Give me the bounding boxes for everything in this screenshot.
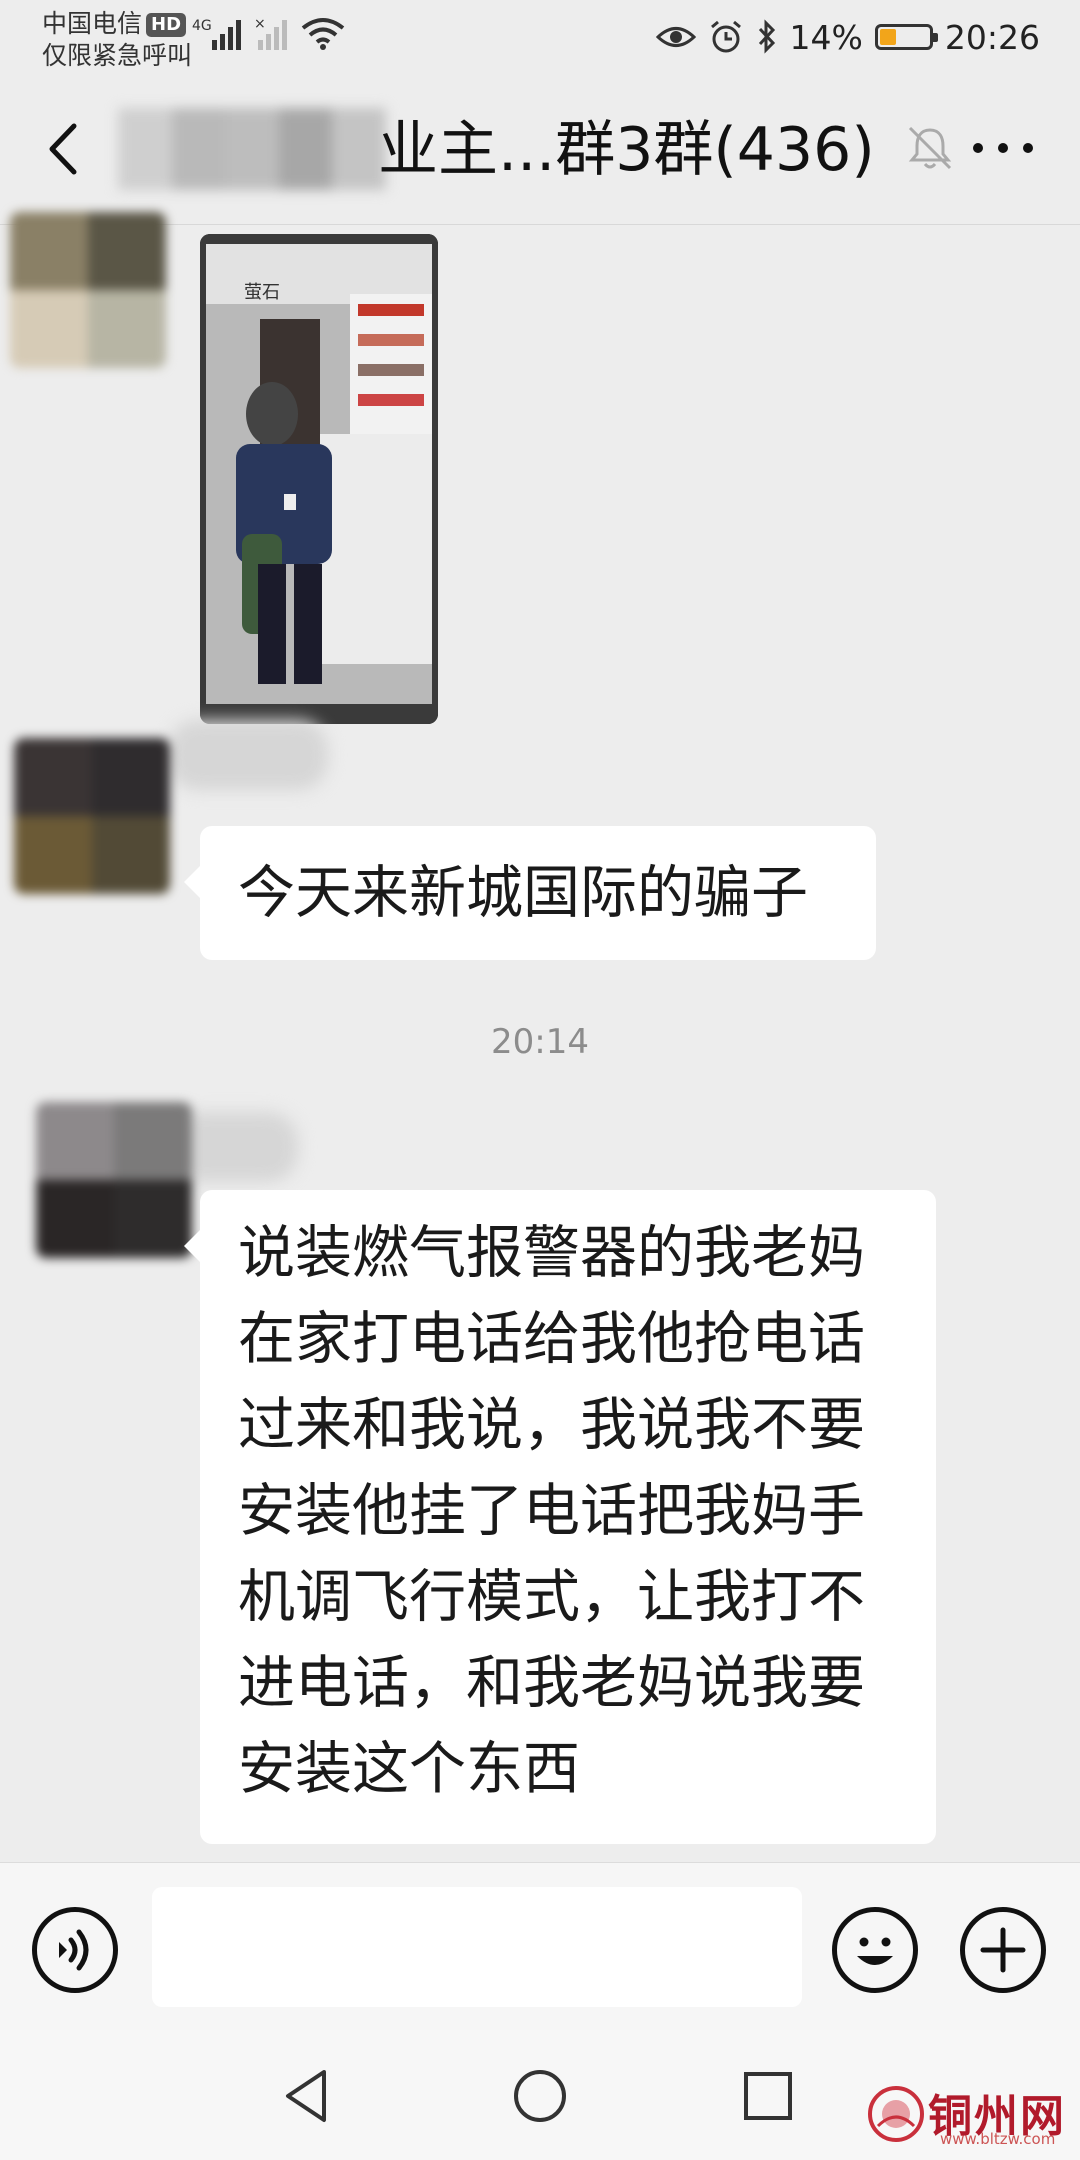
cellular-signal-icon: 4G <box>192 18 241 50</box>
mute-icon[interactable] <box>904 122 956 174</box>
message-timestamp: 20:14 <box>491 1022 589 1062</box>
avatar[interactable] <box>36 1102 192 1258</box>
clock: 20:26 <box>944 17 1040 57</box>
cellular-signal-2-icon: × <box>254 16 287 50</box>
watermark-logo: 铜州网 www.bltzw.com <box>864 2076 1074 2154</box>
watermark-emblem-icon <box>868 2086 924 2142</box>
status-icons: 14% 20:26 <box>655 12 1040 62</box>
network-type-label: 4G <box>192 18 212 34</box>
plus-button[interactable] <box>960 1907 1046 1993</box>
back-icon[interactable] <box>30 114 100 184</box>
carrier-name: 中国电信 <box>42 9 143 38</box>
bluetooth-icon <box>758 19 775 54</box>
chat-title: 业主...群3群(436) <box>378 115 875 185</box>
hd-badge: HD <box>146 13 187 37</box>
input-bar <box>0 1862 1080 2031</box>
alarm-icon <box>710 20 741 53</box>
battery-level-fill <box>879 29 896 45</box>
redacted-title-part <box>118 108 386 190</box>
carrier-info: 中国电信 HD 仅限紧急呼叫 <box>42 8 192 72</box>
emoji-button[interactable] <box>832 1907 918 1993</box>
voice-icon <box>59 1929 89 1971</box>
emoji-icon <box>857 1937 893 1965</box>
battery-icon <box>874 24 938 50</box>
more-icon[interactable] <box>960 122 1046 174</box>
surveillance-photo-icon <box>200 234 438 724</box>
emergency-text: 仅限紧急呼叫 <box>42 41 193 70</box>
message-text: 今天来新城国际的骗子 <box>238 860 808 926</box>
avatar[interactable] <box>10 212 166 368</box>
wifi-icon <box>301 18 345 50</box>
battery-percent: 14% <box>789 17 863 57</box>
watermark-url: www.bltzw.com <box>940 2130 1056 2148</box>
plus-icon <box>980 1927 1026 1973</box>
avatar[interactable] <box>14 738 170 894</box>
message-bubble[interactable]: 今天来新城国际的骗子 <box>184 826 876 960</box>
nav-home-icon[interactable] <box>502 2058 578 2134</box>
navigation-bar: 铜州网 www.bltzw.com <box>0 2030 1080 2160</box>
voice-button[interactable] <box>32 1907 118 1993</box>
message-text: 说装燃气报警器的我老妈 在家打电话给我他抢电话 过来和我说，我说我不要 安装他挂… <box>238 1220 865 1802</box>
camera-brand-label: 萤石 <box>244 282 280 303</box>
chat-header: 业主...群3群(436) <box>0 76 1080 225</box>
message-bubble[interactable]: 说装燃气报警器的我老妈 在家打电话给我他抢电话 过来和我说，我说我不要 安装他挂… <box>184 1190 936 1844</box>
status-bar: 中国电信 HD 仅限紧急呼叫 4G × 14% 20:26 <box>0 0 1080 76</box>
redacted-sender-name <box>168 720 328 790</box>
nav-recents-icon[interactable] <box>730 2058 806 2134</box>
svg-text:×: × <box>254 16 266 32</box>
eye-icon <box>655 27 696 47</box>
nav-back-icon[interactable] <box>270 2058 346 2134</box>
message-photo[interactable]: 萤石 <box>200 234 438 724</box>
message-input[interactable] <box>152 1887 802 2007</box>
